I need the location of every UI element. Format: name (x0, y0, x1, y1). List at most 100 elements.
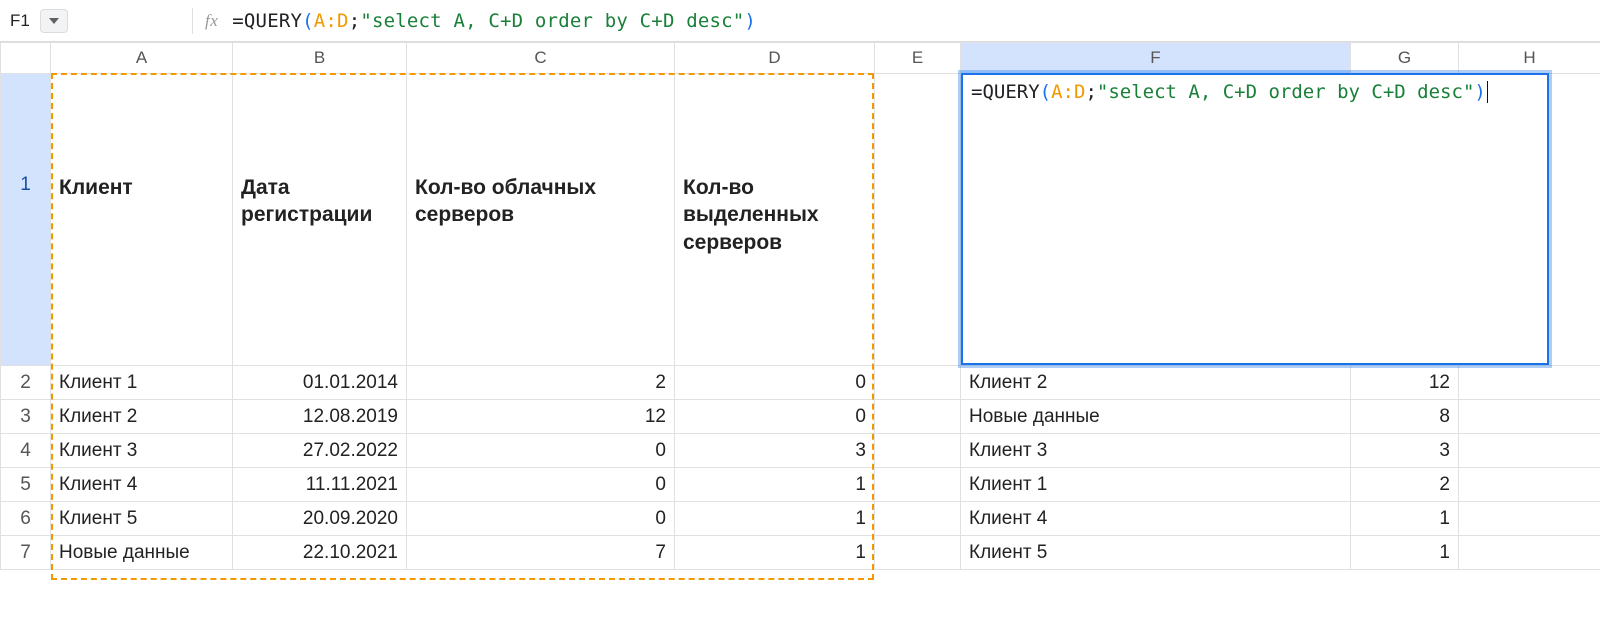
editor-close: ) (1474, 81, 1485, 357)
select-all-corner[interactable] (1, 43, 51, 74)
formula-bar: F1 fx = QUERY ( A:D ; "select A, C+D ord… (0, 0, 1600, 42)
cell-H[interactable] (1459, 468, 1600, 502)
formula-ref: A:D (314, 10, 349, 32)
cell-H[interactable] (1459, 400, 1600, 434)
cell-A1[interactable]: Клиент (51, 74, 233, 366)
col-header-F[interactable]: F (961, 43, 1351, 74)
cell-D[interactable]: 0 (675, 400, 875, 434)
editor-open: ( (1040, 81, 1051, 357)
cell-C1[interactable]: Кол-во облачных серверов (407, 74, 675, 366)
row-header[interactable]: 5 (1, 468, 51, 502)
cell-D[interactable]: 1 (675, 536, 875, 570)
cell-F[interactable]: Новые данные (961, 400, 1351, 434)
cell-F[interactable]: Клиент 4 (961, 502, 1351, 536)
name-box[interactable]: F1 (6, 9, 34, 33)
cell-B[interactable]: 12.08.2019 (233, 400, 407, 434)
col-header-B[interactable]: B (233, 43, 407, 74)
formula-fn: QUERY (244, 10, 302, 32)
cell-A[interactable]: Клиент 3 (51, 434, 233, 468)
cell-A[interactable]: Клиент 4 (51, 468, 233, 502)
cell-C[interactable]: 12 (407, 400, 675, 434)
editor-ref: A:D (1051, 81, 1085, 357)
cell-A[interactable]: Клиент 5 (51, 502, 233, 536)
formula-close: ) (744, 10, 756, 32)
cell-B[interactable]: 11.11.2021 (233, 468, 407, 502)
col-header-E[interactable]: E (875, 43, 961, 74)
col-header-C[interactable]: C (407, 43, 675, 74)
cell-H[interactable] (1459, 366, 1600, 400)
cell-C[interactable]: 0 (407, 468, 675, 502)
cell-C[interactable]: 2 (407, 366, 675, 400)
formula-sep: ; (349, 10, 361, 32)
cell-D1[interactable]: Кол-во выделенных серверов (675, 74, 875, 366)
formula-str: "select A, C+D order by C+D desc" (360, 10, 744, 32)
cell-B1[interactable]: Дата регистрации (233, 74, 407, 366)
row-header[interactable]: 2 (1, 366, 51, 400)
cell-A[interactable]: Клиент 1 (51, 366, 233, 400)
cell-F[interactable]: Клиент 2 (961, 366, 1351, 400)
cell-C[interactable]: 0 (407, 502, 675, 536)
name-box-group: F1 (6, 9, 180, 33)
separator (192, 8, 193, 34)
editor-eq: = (971, 81, 982, 357)
cell-D[interactable]: 1 (675, 502, 875, 536)
cell-H[interactable] (1459, 502, 1600, 536)
column-headers-row: A B C D E F G H (1, 43, 1600, 74)
cell-D[interactable]: 3 (675, 434, 875, 468)
name-box-dropdown[interactable] (40, 9, 68, 33)
cell-A[interactable]: Клиент 2 (51, 400, 233, 434)
cell-G[interactable]: 8 (1351, 400, 1459, 434)
cell-H[interactable] (1459, 434, 1600, 468)
cell-A[interactable]: Новые данные (51, 536, 233, 570)
cell-H[interactable] (1459, 536, 1600, 570)
cell-E1[interactable] (875, 74, 961, 366)
cell-editor[interactable]: = QUERY ( A:D ; "select A, C+D order by … (961, 73, 1549, 365)
cell-E[interactable] (875, 434, 961, 468)
cell-B[interactable]: 22.10.2021 (233, 536, 407, 570)
cell-D[interactable]: 0 (675, 366, 875, 400)
cell-B[interactable]: 20.09.2020 (233, 502, 407, 536)
data-row-3: 3 Клиент 2 12.08.2019 12 0 Новые данные … (1, 400, 1600, 434)
row-header[interactable]: 4 (1, 434, 51, 468)
row-header[interactable]: 7 (1, 536, 51, 570)
col-header-H[interactable]: H (1459, 43, 1600, 74)
data-row-5: 5 Клиент 4 11.11.2021 0 1 Клиент 1 2 (1, 468, 1600, 502)
fx-icon: fx (205, 11, 218, 31)
cell-E[interactable] (875, 536, 961, 570)
data-row-7: 7 Новые данные 22.10.2021 7 1 Клиент 5 1 (1, 536, 1600, 570)
formula-eq: = (232, 10, 244, 32)
row-header[interactable]: 3 (1, 400, 51, 434)
col-header-A[interactable]: A (51, 43, 233, 74)
cell-G[interactable]: 1 (1351, 502, 1459, 536)
cell-E[interactable] (875, 366, 961, 400)
formula-input[interactable]: = QUERY ( A:D ; "select A, C+D order by … (232, 10, 756, 32)
editor-fn: QUERY (982, 81, 1039, 357)
cell-G[interactable]: 2 (1351, 468, 1459, 502)
cell-F[interactable]: Клиент 3 (961, 434, 1351, 468)
data-row-6: 6 Клиент 5 20.09.2020 0 1 Клиент 4 1 (1, 502, 1600, 536)
cell-F[interactable]: Клиент 1 (961, 468, 1351, 502)
cell-B[interactable]: 27.02.2022 (233, 434, 407, 468)
row-header[interactable]: 6 (1, 502, 51, 536)
cell-E[interactable] (875, 502, 961, 536)
cell-C[interactable]: 0 (407, 434, 675, 468)
cell-B[interactable]: 01.01.2014 (233, 366, 407, 400)
data-row-4: 4 Клиент 3 27.02.2022 0 3 Клиент 3 3 (1, 434, 1600, 468)
cell-G[interactable]: 1 (1351, 536, 1459, 570)
data-row-2: 2 Клиент 1 01.01.2014 2 0 Клиент 2 12 (1, 366, 1600, 400)
cell-G[interactable]: 12 (1351, 366, 1459, 400)
cell-E[interactable] (875, 468, 961, 502)
col-header-G[interactable]: G (1351, 43, 1459, 74)
chevron-down-icon (49, 18, 59, 24)
formula-open: ( (302, 10, 314, 32)
spreadsheet-grid[interactable]: A B C D E F G H 1 Клиент Дата регистраци… (0, 42, 1600, 570)
cell-G[interactable]: 3 (1351, 434, 1459, 468)
row-header[interactable]: 1 (1, 74, 51, 366)
cell-C[interactable]: 7 (407, 536, 675, 570)
cell-E[interactable] (875, 400, 961, 434)
editor-sep: ; (1085, 81, 1096, 357)
col-header-D[interactable]: D (675, 43, 875, 74)
editor-str: "select A, C+D order by C+D desc" (1097, 81, 1475, 357)
cell-D[interactable]: 1 (675, 468, 875, 502)
cell-F[interactable]: Клиент 5 (961, 536, 1351, 570)
